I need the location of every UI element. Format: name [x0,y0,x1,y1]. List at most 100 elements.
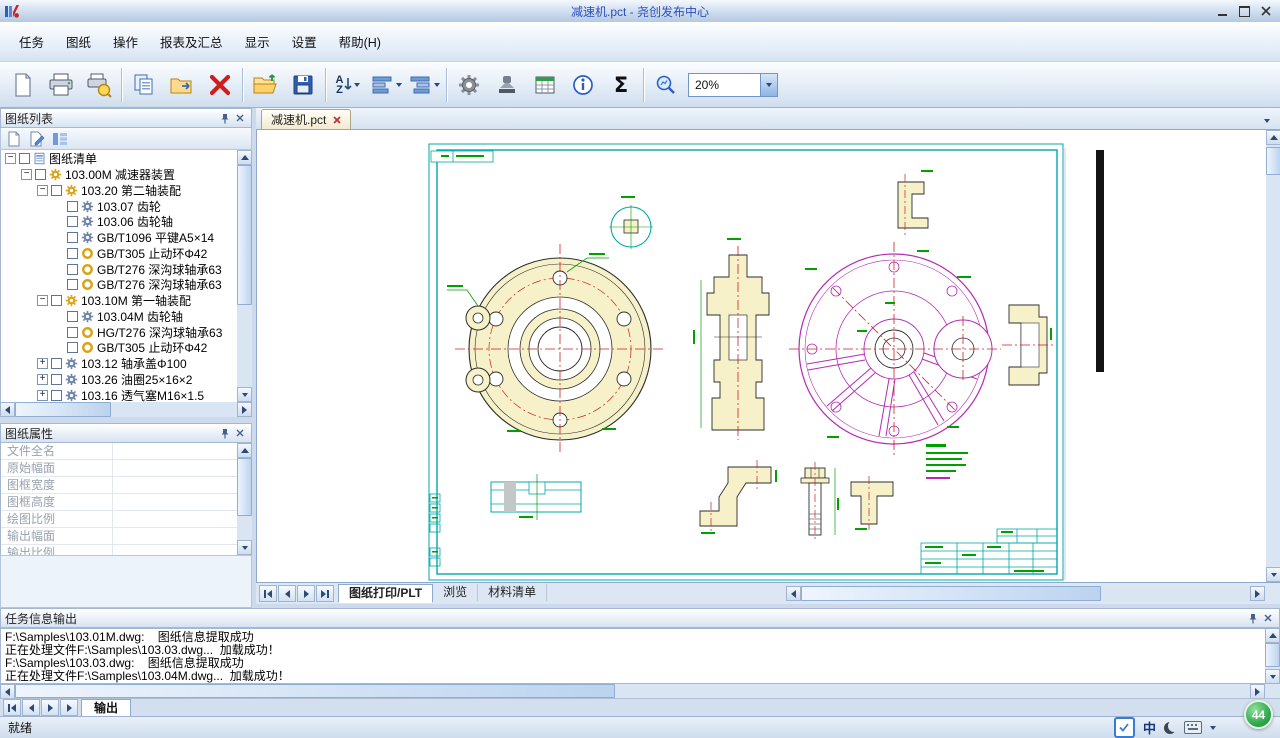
tree-vertical-scrollbar[interactable] [237,150,252,402]
add-drawings-button[interactable] [125,65,163,105]
scrollbar-thumb[interactable] [237,165,252,305]
menu-item-3[interactable]: 报表及汇总 [149,27,234,56]
zoom-button[interactable] [647,65,685,105]
tree-checkbox[interactable] [67,216,78,227]
prev-tab-button[interactable] [22,699,40,716]
tree-checkbox[interactable] [67,232,78,243]
tree-checkbox[interactable] [35,169,46,180]
last-tab-button[interactable] [60,699,78,716]
arrange-dropdown-arrow[interactable] [396,83,402,87]
close-button[interactable] [1255,2,1277,20]
tree-checkbox[interactable] [67,264,78,275]
property-value[interactable] [113,494,237,510]
view-tab-2[interactable]: 材料清单 [478,584,547,601]
tree-checkbox[interactable] [67,311,78,322]
close-panel-button[interactable] [232,426,247,441]
first-tab-button[interactable] [259,585,277,602]
tree-item[interactable]: 103.04M 齿轮轴 [1,309,237,325]
tab-list-dropdown[interactable] [1259,113,1275,129]
next-tab-button[interactable] [297,585,315,602]
tree-item[interactable]: −图纸清单 [1,151,237,167]
summary-button[interactable]: Σ [602,65,640,105]
list-refresh-button[interactable] [27,130,47,148]
tree-item[interactable]: GB/T276 深沟球轴承63 [1,261,237,277]
open-project-button[interactable] [246,65,284,105]
scrollbar-thumb[interactable] [15,684,615,698]
tree-item[interactable]: GB/T1096 平键A5×14 [1,230,237,246]
property-value[interactable] [113,511,237,527]
menu-item-5[interactable]: 设置 [281,27,328,56]
sort-button[interactable]: AZ [329,65,367,105]
tab-close-icon[interactable] [333,116,341,124]
language-bar-check-icon[interactable] [1114,717,1135,738]
canvas-horizontal-scrollbar[interactable] [786,586,1265,601]
tree-expander[interactable]: − [37,295,48,306]
zoom-dropdown-arrow[interactable] [760,74,777,96]
new-task-button[interactable] [4,65,42,105]
next-tab-button[interactable] [41,699,59,716]
batch-print-button[interactable] [80,65,118,105]
tree-item[interactable]: −103.10M 第一轴装配 [1,293,237,309]
tree-checkbox[interactable] [67,201,78,212]
align-dropdown-arrow[interactable] [434,83,440,87]
output-vertical-scrollbar[interactable] [1265,628,1280,684]
ime-mode-icon[interactable] [1164,722,1176,734]
tree-item[interactable]: HG/T276 深沟球轴承63 [1,324,237,340]
tree-checkbox[interactable] [67,279,78,290]
tree-item[interactable]: GB/T305 止动环Φ42 [1,340,237,356]
tree-checkbox[interactable] [51,358,62,369]
tree-checkbox[interactable] [51,374,62,385]
stamp-button[interactable] [488,65,526,105]
scrollbar-thumb[interactable] [15,402,111,417]
drawing-canvas[interactable] [257,130,1266,582]
tree-checkbox[interactable] [67,342,78,353]
sort-dropdown-arrow[interactable] [354,83,360,87]
scroll-right-button[interactable] [1250,684,1265,699]
minimize-button[interactable] [1211,2,1233,20]
tree-item[interactable]: −103.20 第二轴装配 [1,183,237,199]
scroll-down-button[interactable] [237,387,252,402]
scrollbar-thumb[interactable] [237,458,252,516]
scroll-up-button[interactable] [237,150,252,165]
pin-button[interactable] [217,426,232,441]
speed-badge[interactable]: 44 [1244,700,1273,729]
property-value[interactable] [113,443,237,459]
print-button[interactable] [42,65,80,105]
menu-item-0[interactable]: 任务 [8,27,55,56]
menu-item-2[interactable]: 操作 [102,27,149,56]
menu-item-6[interactable]: 帮助(H) [328,27,392,56]
last-tab-button[interactable] [316,585,334,602]
scroll-left-button[interactable] [0,402,15,417]
insert-folder-button[interactable] [163,65,201,105]
language-bar-options-arrow[interactable] [1210,726,1216,730]
scroll-left-button[interactable] [0,684,15,699]
tree-expander[interactable]: + [37,374,48,385]
menu-item-1[interactable]: 图纸 [55,27,102,56]
scrollbar-thumb[interactable] [1265,643,1280,667]
scroll-up-button[interactable] [1266,130,1280,145]
scroll-down-button[interactable] [1265,669,1280,684]
scroll-down-button[interactable] [1266,567,1280,582]
tree-checkbox[interactable] [19,153,30,164]
tree-item[interactable]: 103.06 齿轮轴 [1,214,237,230]
scroll-right-button[interactable] [237,402,252,417]
property-value[interactable] [113,460,237,476]
arrange-button[interactable] [367,65,405,105]
output-tab[interactable]: 输出 [81,699,131,717]
list-new-button[interactable] [4,130,24,148]
tree-item[interactable]: +103.12 轴承盖Φ100 [1,356,237,372]
tree-expander[interactable]: − [5,153,16,164]
maximize-button[interactable] [1233,2,1255,20]
tree-checkbox[interactable] [67,327,78,338]
tree-item[interactable]: GB/T305 止动环Φ42 [1,246,237,262]
first-tab-button[interactable] [3,699,21,716]
tree-expander[interactable]: + [37,390,48,401]
menu-item-4[interactable]: 显示 [234,27,281,56]
list-view-button[interactable] [50,130,70,148]
document-tab[interactable]: 减速机.pct [261,109,351,129]
keyboard-icon[interactable] [1184,721,1202,734]
tree-checkbox[interactable] [51,295,62,306]
save-button[interactable] [284,65,322,105]
tree-checkbox[interactable] [67,248,78,259]
scroll-up-button[interactable] [1265,628,1280,643]
